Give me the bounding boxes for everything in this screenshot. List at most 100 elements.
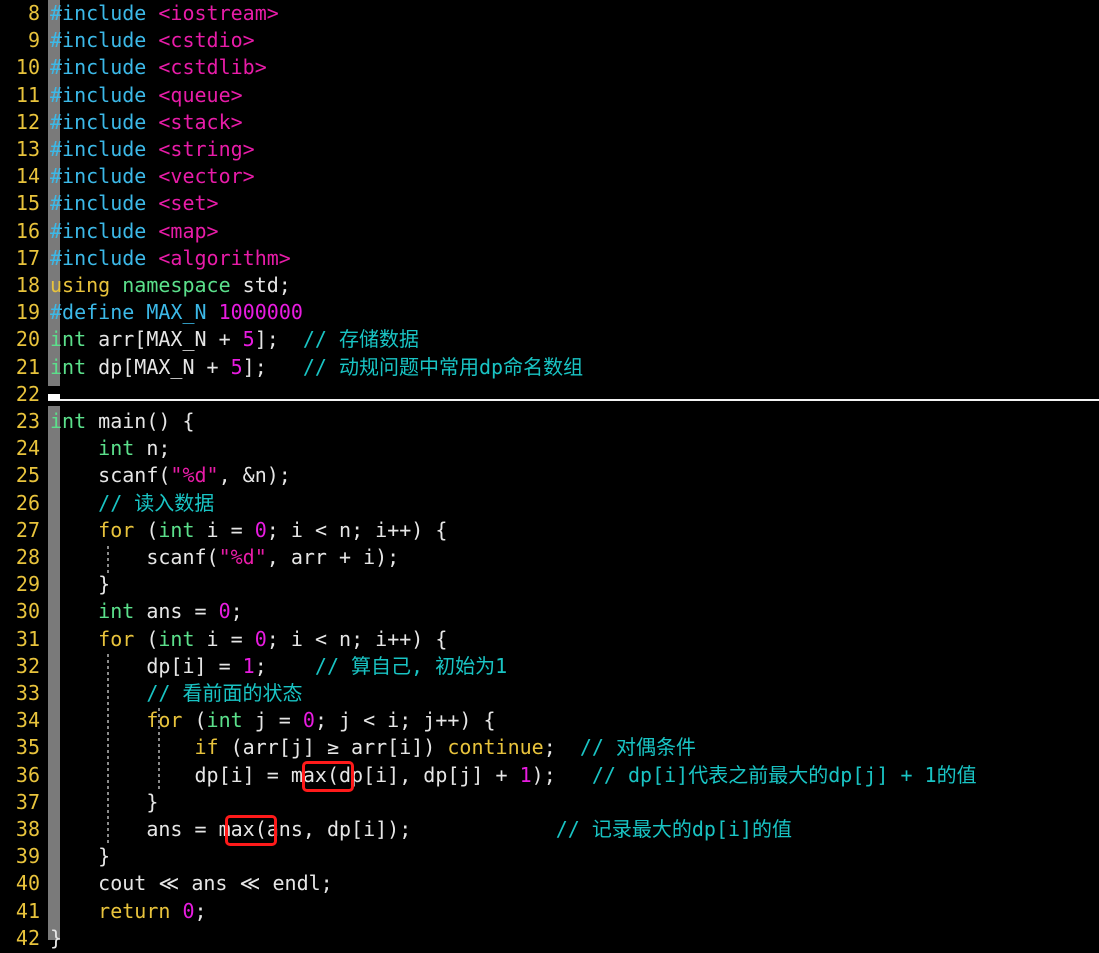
code-token-pl: arr[MAX_N + [86, 327, 243, 352]
code-line-text[interactable]: #include <stack> [50, 109, 243, 136]
code-token-str: "%d" [170, 463, 219, 488]
code-line-text[interactable]: #define MAX_N 1000000 [50, 299, 303, 326]
code-line-text[interactable]: int n; [50, 435, 170, 462]
code-line[interactable]: 22 [0, 381, 1099, 408]
code-line[interactable]: 38 ans = max(ans, dp[i]); // 记录最大的dp[i]的… [0, 816, 1099, 843]
code-line[interactable]: 21 int dp[MAX_N + 5]; // 动规问题中常用dp命名数组 [0, 354, 1099, 381]
code-line[interactable]: 9 #include <cstdio> [0, 27, 1099, 54]
code-line-text[interactable]: // 读入数据 [50, 490, 214, 517]
code-line-text[interactable]: #include <vector> [50, 163, 255, 190]
code-token-pl: main() { [86, 409, 195, 433]
code-line[interactable]: 26 // 读入数据 [0, 490, 1099, 517]
code-line-text[interactable]: } [50, 571, 110, 598]
code-line[interactable]: 25 scanf("%d", &n); [0, 462, 1099, 489]
code-line[interactable]: 35 if (arr[j] ≥ arr[i]) continue; // 对偶条… [0, 734, 1099, 761]
line-number: 14 [15, 164, 40, 189]
code-line-text[interactable]: #include <iostream> [50, 0, 279, 27]
code-line[interactable]: 18 using namespace std; [0, 272, 1099, 299]
code-line[interactable]: 27 for (int i = 0; i < n; i++) { [0, 517, 1099, 544]
code-line[interactable]: 29 } [0, 571, 1099, 598]
code-line-text[interactable]: scanf("%d", &n); [50, 462, 291, 489]
code-line[interactable]: 23 int main() { [0, 408, 1099, 435]
code-token-pl: ]; [254, 327, 303, 352]
code-line-text[interactable]: #include <cstdlib> [50, 54, 267, 81]
code-line[interactable]: 31 for (int i = 0; i < n; i++) { [0, 626, 1099, 653]
code-line-text[interactable]: for (int i = 0; i < n; i++) { [50, 626, 447, 653]
code-line-text[interactable]: dp[i] = 1; // 算自己, 初始为1 [50, 653, 507, 680]
code-line-text[interactable]: int dp[MAX_N + 5]; // 动规问题中常用dp命名数组 [50, 354, 583, 381]
code-token-str: <algorithm> [158, 245, 291, 270]
code-line[interactable]: 15 #include <set> [0, 190, 1099, 217]
code-token-str: "%d" [218, 545, 267, 569]
code-line-text[interactable]: ans = max(ans, dp[i]); // 记录最大的dp[i]的值 [50, 816, 792, 843]
code-line[interactable]: 30 int ans = 0; [0, 598, 1099, 625]
code-line[interactable]: 36 dp[i] = max(dp[i], dp[j] + 1); // dp[… [0, 762, 1099, 789]
code-line-text[interactable]: return 0; [50, 898, 206, 925]
code-line[interactable]: 39 } [0, 843, 1099, 870]
code-line[interactable]: 20 int arr[MAX_N + 5]; // 存储数据 [0, 326, 1099, 353]
code-line[interactable]: 34 for (int j = 0; j < i; j++) { [0, 707, 1099, 734]
code-line[interactable]: 10 #include <cstdlib> [0, 54, 1099, 81]
code-line[interactable]: 28 scanf("%d", arr + i); [0, 544, 1099, 571]
code-token-pp: #include [50, 109, 159, 134]
line-number: 42 [15, 925, 40, 950]
code-token-pl: ; j < i; j++) { [314, 708, 496, 733]
line-number: 30 [15, 599, 40, 624]
code-token-pl: ); [531, 762, 592, 787]
code-line[interactable]: 41 return 0; [0, 898, 1099, 925]
indent-guide [107, 546, 109, 573]
code-line[interactable]: 42} [0, 925, 1099, 952]
code-token-num: 0 [302, 708, 315, 733]
code-line-text[interactable]: #include <queue> [50, 82, 243, 109]
code-line-text[interactable]: int ans = 0; [50, 598, 243, 625]
code-line[interactable]: 14 #include <vector> [0, 163, 1099, 190]
code-line[interactable]: 17 #include <algorithm> [0, 245, 1099, 272]
code-line[interactable]: 37 } [0, 789, 1099, 816]
code-line-text[interactable]: #include <string> [50, 136, 255, 163]
code-line[interactable]: 8 #include <iostream> [0, 0, 1099, 27]
line-number: 35 [15, 735, 40, 760]
code-line[interactable]: 16 #include <map> [0, 218, 1099, 245]
line-number: 37 [15, 789, 40, 814]
code-line[interactable]: 24 int n; [0, 435, 1099, 462]
code-line[interactable]: 13 #include <string> [0, 136, 1099, 163]
code-line-text[interactable]: scanf("%d", arr + i); [50, 544, 399, 571]
code-line-text[interactable]: dp[i] = max(dp[i], dp[j] + 1); // dp[i]代… [50, 762, 976, 789]
code-token-pl: cout ≪ ans ≪ endl; [50, 871, 333, 896]
code-line-text[interactable]: // 看前面的状态 [50, 680, 302, 707]
code-line-text[interactable]: int arr[MAX_N + 5]; // 存储数据 [50, 326, 419, 353]
code-line-text[interactable]: } [50, 925, 62, 952]
code-line-text[interactable]: cout ≪ ans ≪ endl; [50, 870, 333, 897]
code-line[interactable]: 19 #define MAX_N 1000000 [0, 299, 1099, 326]
code-line-text[interactable]: #include <map> [50, 218, 219, 245]
line-number: 26 [15, 490, 40, 515]
code-line-text[interactable]: #include <algorithm> [50, 245, 291, 272]
code-line[interactable]: 40 cout ≪ ans ≪ endl; [0, 870, 1099, 897]
code-line-text[interactable]: } [50, 789, 158, 816]
line-number: 19 [15, 300, 40, 325]
code-token-pp: #include [50, 191, 159, 216]
code-line-text[interactable]: int main() { [50, 408, 195, 435]
code-token-cmt: // 存储数据 [302, 327, 420, 352]
code-token-pl: , &n); [218, 463, 291, 488]
code-line-text[interactable]: #include <set> [50, 190, 219, 217]
line-number: 16 [15, 218, 40, 243]
code-line-text[interactable]: for (int i = 0; i < n; i++) { [50, 517, 447, 544]
code-line-text[interactable]: if (arr[j] ≥ arr[i]) continue; // 对偶条件 [50, 734, 696, 761]
code-line-text[interactable]: for (int j = 0; j < i; j++) { [50, 707, 496, 734]
code-editor[interactable]: 8 #include <iostream> 9 #include <cstdio> 10… [0, 0, 1099, 953]
code-line-text[interactable]: using namespace std; [50, 272, 291, 299]
code-line-text[interactable]: #include <cstdio> [50, 27, 255, 54]
code-line[interactable]: 12 #include <stack> [0, 109, 1099, 136]
code-line[interactable]: 33 // 看前面的状态 [0, 680, 1099, 707]
code-line-text[interactable]: } [50, 843, 110, 870]
code-line[interactable]: 11 #include <queue> [0, 82, 1099, 109]
code-token-pl: ; i < n; i++) { [266, 626, 448, 651]
code-token-pl: dp[MAX_N + [86, 354, 231, 379]
code-token-k: for [98, 517, 135, 542]
code-line[interactable]: 32 dp[i] = 1; // 算自己, 初始为1 [0, 653, 1099, 680]
